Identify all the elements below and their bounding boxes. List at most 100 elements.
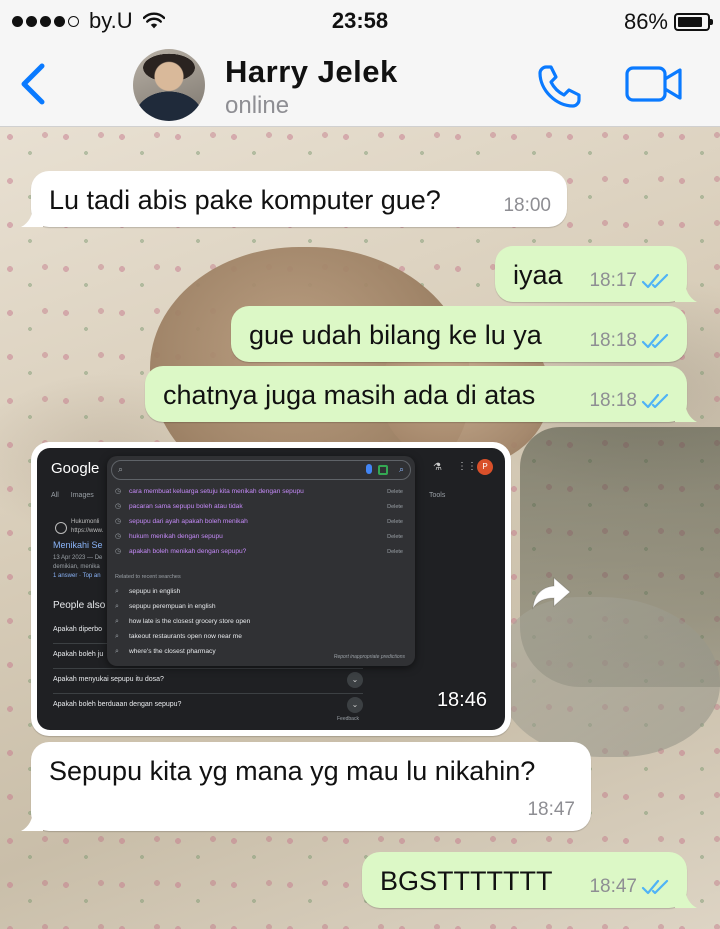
message-time: 18:18 [589, 390, 671, 412]
tools-label: Tools [429, 492, 446, 499]
bubble-tail [675, 400, 697, 422]
message-time: 18:46 [436, 689, 487, 711]
search-icon: ⌕ [115, 603, 119, 610]
message-time: 18:18 [589, 330, 671, 352]
paa-text: Apakah menyukai sepupu itu dosa? [53, 676, 164, 683]
message-text: gue udah bilang ke lu ya [249, 320, 542, 350]
suggestion-text: takeout restaurants open now near me [129, 633, 242, 640]
paa-text: Apakah boleh ju [53, 651, 104, 658]
message-time-value: 18:18 [589, 390, 637, 411]
divider [53, 693, 363, 694]
message-time-value: 18:47 [589, 876, 637, 897]
message-time: 18:00 [503, 195, 551, 217]
message-time-value: 18:00 [503, 195, 551, 216]
message-bubble-outgoing[interactable]: iyaa 18:17 [495, 246, 697, 302]
message-bubble-outgoing[interactable]: BGSTTTTTTT 18:47 [362, 852, 697, 908]
phone-icon [538, 65, 581, 108]
read-receipt-icon [641, 333, 669, 349]
related-suggestion: ⌕ takeout restaurants open now near me [115, 631, 407, 643]
apps-grid-icon: ⋮⋮ [457, 461, 477, 472]
suggestion-text: cara membuat keluarga setuju kita menika… [129, 488, 304, 495]
history-icon: ◷ [115, 533, 122, 540]
delete-label: Delete [387, 489, 403, 495]
profile-avatar: P [477, 459, 493, 475]
delete-label: Delete [387, 504, 403, 510]
chevron-down-icon: ⌄ [347, 672, 363, 688]
battery-indicator: 86% [624, 9, 713, 35]
status-bar: by.U 23:58 86% [0, 0, 720, 42]
paa-text: Apakah diperbo [53, 626, 103, 633]
suggestion-text: where's the closest pharmacy [129, 648, 216, 655]
history-icon: ◷ [115, 518, 122, 525]
image-thumbnail[interactable]: Google ⚗ ⋮⋮ P All Images Tools Hukumonli… [37, 448, 505, 730]
search-icon: ⌕ [115, 633, 119, 640]
result-site: Hukumonli https://www. [71, 518, 103, 536]
feedback-label: Feedback [337, 716, 359, 722]
suggestion-text: sepupu dari ayah apakah boleh menikah [129, 518, 248, 525]
chevron-down-icon: ⌄ [347, 697, 363, 713]
suggestion-text: how late is the closest grocery store op… [129, 618, 251, 625]
history-suggestion: ◷ hukum menikah dengan sepupu Delete [115, 531, 407, 543]
search-icon: ⌕ [115, 588, 119, 595]
contact-status: online [225, 92, 290, 119]
read-receipt-icon [641, 393, 669, 409]
history-icon: ◷ [115, 503, 122, 510]
bubble-tail [675, 886, 697, 908]
delete-label: Delete [387, 519, 403, 525]
search-tabs: All Images [51, 492, 94, 499]
battery-icon [674, 13, 713, 31]
suggestion-text: apakah boleh menikah dengan sepupu? [129, 548, 247, 555]
forward-button[interactable] [528, 570, 574, 616]
history-suggestion: ◷ apakah boleh menikah dengan sepupu? Dele… [115, 546, 407, 558]
search-submit-icon: ⌕ [398, 464, 404, 474]
image-message[interactable]: Google ⚗ ⋮⋮ P All Images Tools Hukumonli… [31, 442, 511, 736]
related-suggestion: ⌕ sepupu perempuan in english [115, 601, 407, 613]
history-suggestion: ◷ pacaran sama sepupu boleh atau tidak Del… [115, 501, 407, 513]
contact-name[interactable]: Harry Jelek [225, 54, 398, 90]
result-snippet-text: 13 Apr 2023 — De demikian, menika [53, 555, 103, 570]
people-also-ask-heading: People also [53, 600, 106, 611]
result-snippet: 13 Apr 2023 — De demikian, menika 1 answ… [53, 554, 113, 581]
status-time: 23:58 [331, 8, 389, 33]
search-box: ⌕ ⌕ [111, 460, 411, 480]
report-link: Report inappropriate predictions [333, 654, 405, 660]
read-receipt-icon [641, 879, 669, 895]
suggestion-text: hukum menikah dengan sepupu [129, 533, 223, 540]
bubble-tail [21, 205, 43, 227]
tab-images: Images [70, 492, 94, 499]
lens-icon [378, 465, 388, 475]
history-icon: ◷ [115, 488, 122, 495]
paa-item: Apakah boleh berduaan dengan sepupu? ⌄ [53, 697, 363, 713]
message-bubble-outgoing[interactable]: chatnya juga masih ada di atas 18:18 [145, 366, 697, 422]
message-text: iyaa [513, 260, 563, 290]
suggestion-text: pacaran sama sepupu boleh atau tidak [129, 503, 243, 510]
message-text: chatnya juga masih ada di atas [163, 380, 536, 410]
history-suggestion: ◷ sepupu dari ayah apakah boleh menikah De… [115, 516, 407, 528]
message-time-value: 18:47 [527, 799, 575, 820]
delete-label: Delete [387, 549, 403, 555]
message-bubble-outgoing[interactable]: gue udah bilang ke lu ya 18:18 [231, 306, 687, 362]
suggestion-text: sepupu perempuan in english [129, 603, 216, 610]
paa-item: Apakah menyukai sepupu itu dosa? ⌄ [53, 672, 363, 688]
search-icon: ⌕ [118, 464, 124, 474]
message-time-value: 18:17 [589, 270, 637, 291]
related-suggestion: ⌕ sepupu in english [115, 586, 407, 598]
delete-label: Delete [387, 534, 403, 540]
voice-call-button[interactable] [536, 62, 584, 110]
suggestion-text: sepupu in english [129, 588, 181, 595]
message-time: 18:47 [589, 876, 671, 898]
avatar[interactable] [133, 49, 205, 121]
microphone-icon [366, 464, 372, 474]
chat-header: Harry Jelek online [0, 42, 720, 127]
back-button[interactable] [16, 60, 50, 108]
battery-fill [678, 17, 703, 27]
history-icon: ◷ [115, 548, 122, 555]
search-suggestions-dropdown: ⌕ ⌕ ◷ cara membuat keluarga setuju kita m… [107, 456, 415, 666]
message-bubble-incoming[interactable]: Lu tadi abis pake komputer gue? 18:00 [21, 171, 567, 227]
message-text: BGSTTTTTTT [380, 866, 553, 896]
video-call-button[interactable] [625, 64, 683, 104]
forward-arrow-icon [532, 576, 571, 610]
labs-icon: ⚗ [433, 462, 442, 473]
message-bubble-incoming[interactable]: Sepupu kita yg mana yg mau lu nikahin? 1… [21, 742, 591, 831]
message-text: Lu tadi abis pake komputer gue? [49, 185, 441, 215]
